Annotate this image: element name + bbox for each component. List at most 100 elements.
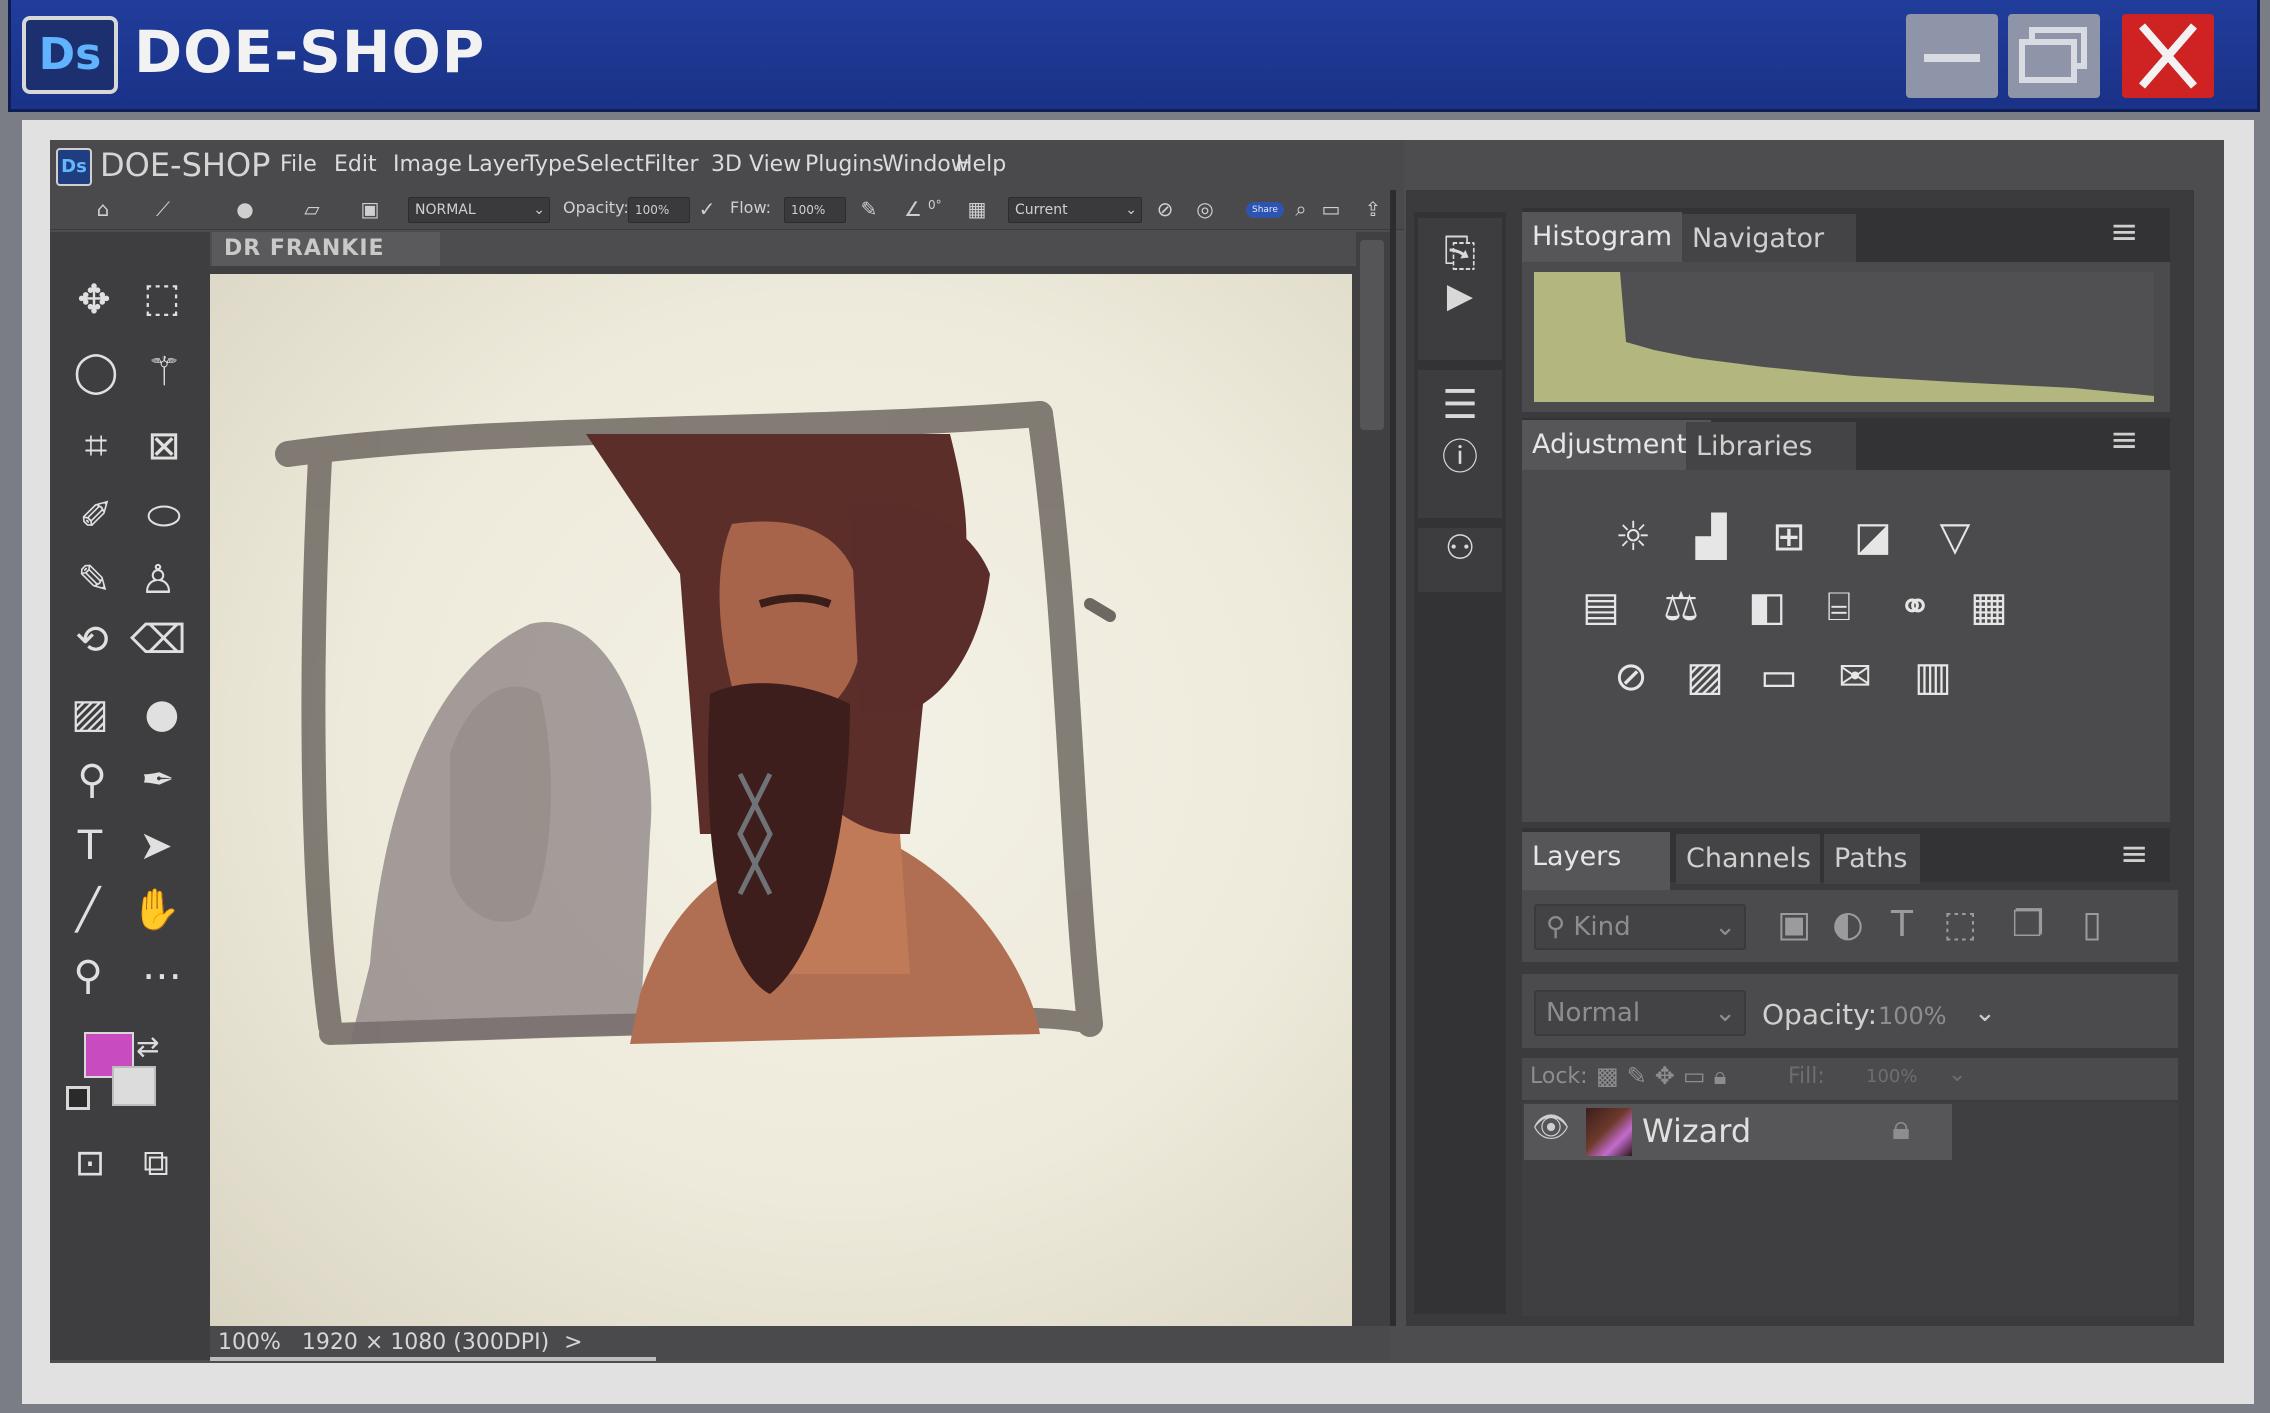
gradient-map-icon[interactable]: ✉ <box>1824 646 1886 708</box>
background-color-swatch[interactable] <box>112 1066 156 1106</box>
tab-channels[interactable]: Channels <box>1676 834 1820 884</box>
zoom-level[interactable]: 100% <box>218 1330 281 1355</box>
menu-view[interactable]: View <box>749 152 801 177</box>
screen-mode-icon[interactable]: ⧉ <box>128 1136 184 1192</box>
panel-menu-icon[interactable]: ≡ <box>2110 212 2139 252</box>
path-selection-tool-icon[interactable]: ➤ <box>128 818 184 874</box>
type-tool-icon[interactable]: T <box>62 818 118 874</box>
frame-tool-icon[interactable]: ⊠ <box>136 418 192 474</box>
opacity-input[interactable]: 100% <box>628 197 690 223</box>
panel-menu-icon[interactable]: ≡ <box>2110 420 2139 460</box>
levels-icon[interactable]: ▟ <box>1680 506 1742 568</box>
filter-toggle-icon[interactable]: ▯ <box>2068 904 2116 945</box>
export-icon[interactable]: ⇪ <box>1360 196 1386 222</box>
move-tool-icon[interactable]: ✥ <box>66 272 122 328</box>
selective-color-icon[interactable]: ▥ <box>1902 646 1964 708</box>
menu-edit[interactable]: Edit <box>334 152 377 177</box>
menu-3d[interactable]: 3D <box>711 152 742 177</box>
blend-mode-select[interactable]: NORMAL ⌄ <box>408 197 550 223</box>
clone-source-icon[interactable]: ▣ <box>350 196 390 222</box>
quick-mask-icon[interactable]: ⊡ <box>62 1136 118 1192</box>
tab-paths[interactable]: Paths <box>1824 834 1920 884</box>
menu-file[interactable]: File <box>280 152 317 177</box>
brush-settings-panel-icon[interactable]: ⚇ <box>1418 528 1502 592</box>
properties-panel-icon[interactable]: ☰ ⓘ <box>1418 370 1502 518</box>
tab-histogram[interactable]: Histogram <box>1522 212 1683 262</box>
hue-saturation-icon[interactable]: ▤ <box>1570 576 1632 638</box>
sample-select[interactable]: Current ⌄ <box>1008 197 1142 223</box>
tab-navigator[interactable]: Navigator <box>1682 214 1856 264</box>
document-tab[interactable]: DR FRANKIE <box>212 232 440 266</box>
menu-plugins[interactable]: Plugins <box>805 152 884 177</box>
history-panel-icon[interactable]: ⎘ ▶ <box>1418 218 1502 360</box>
menu-type[interactable]: Type <box>525 152 576 177</box>
line-tool-icon[interactable]: ╱ <box>60 882 116 938</box>
eye-visibility-icon[interactable]: 👁︎ <box>1532 1110 1570 1145</box>
layer-name[interactable]: Wizard <box>1642 1112 1751 1150</box>
pressure-opacity-icon[interactable]: ✓ <box>694 196 720 222</box>
filter-pixel-icon[interactable]: ▣ <box>1770 904 1818 945</box>
lock-icon[interactable]: 🔒︎ <box>1892 1108 1910 1148</box>
filter-shape-icon[interactable]: ⬚ <box>1936 904 1984 945</box>
color-balance-icon[interactable]: ⚖ <box>1650 576 1712 638</box>
hand-tool-icon[interactable]: ✋ <box>128 882 184 938</box>
photo-filter-icon[interactable]: ⌸ <box>1808 576 1870 638</box>
stamp-tool-icon[interactable]: ♙ <box>130 552 186 608</box>
layer-opacity-value[interactable]: 100% <box>1878 1002 1947 1030</box>
layer-blend-select[interactable]: Normal ⌄ <box>1534 990 1746 1036</box>
filter-adjustment-icon[interactable]: ◐ <box>1824 904 1872 945</box>
search-icon[interactable]: ⌕ <box>1288 196 1314 222</box>
workspace-icon[interactable]: ▭ <box>1318 196 1344 222</box>
menu-layer[interactable]: Layer <box>467 152 528 177</box>
airbrush-icon[interactable]: ✎ <box>856 196 882 222</box>
tab-layers[interactable]: Layers <box>1522 832 1670 890</box>
marquee-tool-icon[interactable]: ⬚ <box>134 270 190 326</box>
eraser-tool-icon[interactable]: ⌫ <box>130 612 187 668</box>
tab-libraries[interactable]: Libraries <box>1686 422 1856 472</box>
magic-wand-tool-icon[interactable]: ⚚ <box>136 344 192 400</box>
layer-filter-select[interactable]: ⚲ Kind ⌄ <box>1534 904 1746 950</box>
menu-filter[interactable]: Filter <box>644 152 698 177</box>
pen-tool-icon[interactable]: ✒ <box>130 752 186 808</box>
filter-type-icon[interactable]: T <box>1878 904 1926 945</box>
tab-adjustments[interactable]: Adjustments <box>1522 420 1712 470</box>
close-button[interactable] <box>2122 14 2214 98</box>
menu-select[interactable]: Select <box>576 152 644 177</box>
menu-image[interactable]: Image <box>393 152 462 177</box>
invert-icon[interactable]: ⊘ <box>1600 646 1662 708</box>
vibrance-icon[interactable]: ▽ <box>1924 506 1986 568</box>
flow-input[interactable]: 100% <box>784 197 846 223</box>
filter-smart-object-icon[interactable]: ❐ <box>2004 904 2052 945</box>
brush-size-icon[interactable]: ● <box>232 196 258 222</box>
channel-mixer-icon[interactable]: ⚭ <box>1884 576 1946 638</box>
lasso-tool-icon[interactable]: ◯ <box>68 344 124 400</box>
swap-colors-icon[interactable]: ⇄ <box>136 1030 159 1063</box>
panel-menu-icon[interactable]: ≡ <box>2120 834 2149 874</box>
blur-tool-icon[interactable]: ● <box>134 686 190 742</box>
canvas[interactable] <box>210 274 1352 1326</box>
ignore-adjustment-icon[interactable]: ⊘ <box>1152 196 1178 222</box>
curves-icon[interactable]: ⊞ <box>1758 506 1820 568</box>
history-brush-tool-icon[interactable]: ⟲ <box>64 612 120 668</box>
minimize-button[interactable] <box>1906 14 1998 98</box>
healing-tool-icon[interactable]: ⬭ <box>136 488 192 544</box>
chevron-down-icon[interactable]: ⌄ <box>1948 1062 1966 1087</box>
dodge-tool-icon[interactable]: ⚲ <box>64 752 120 808</box>
chevron-down-icon[interactable]: ⌄ <box>1974 998 1996 1028</box>
crop-tool-icon[interactable]: ⌗ <box>68 418 124 474</box>
panel-divider[interactable] <box>1390 190 1396 1326</box>
zoom-tool-icon[interactable]: ⚲ <box>60 948 116 1004</box>
gradient-tool-icon[interactable]: ▨ <box>62 686 118 742</box>
pressure-size-icon[interactable]: ◎ <box>1192 196 1218 222</box>
lock-icons[interactable]: ▩✎✥▭🔒︎ <box>1596 1062 1734 1090</box>
brush-settings-icon[interactable]: ▱ <box>292 196 332 222</box>
maximize-button[interactable] <box>2008 14 2100 98</box>
angle-value[interactable]: 0° <box>928 198 942 212</box>
share-button[interactable]: Share <box>1246 202 1284 218</box>
scrollbar-thumb[interactable] <box>1360 240 1384 430</box>
eyedropper-tool-icon[interactable]: ✐ <box>68 488 124 544</box>
threshold-icon[interactable]: ▭ <box>1748 646 1810 708</box>
symmetry-icon[interactable]: ▦ <box>964 196 990 222</box>
color-lookup-icon[interactable]: ▦ <box>1958 576 2020 638</box>
home-icon[interactable]: ⌂ <box>90 196 116 222</box>
